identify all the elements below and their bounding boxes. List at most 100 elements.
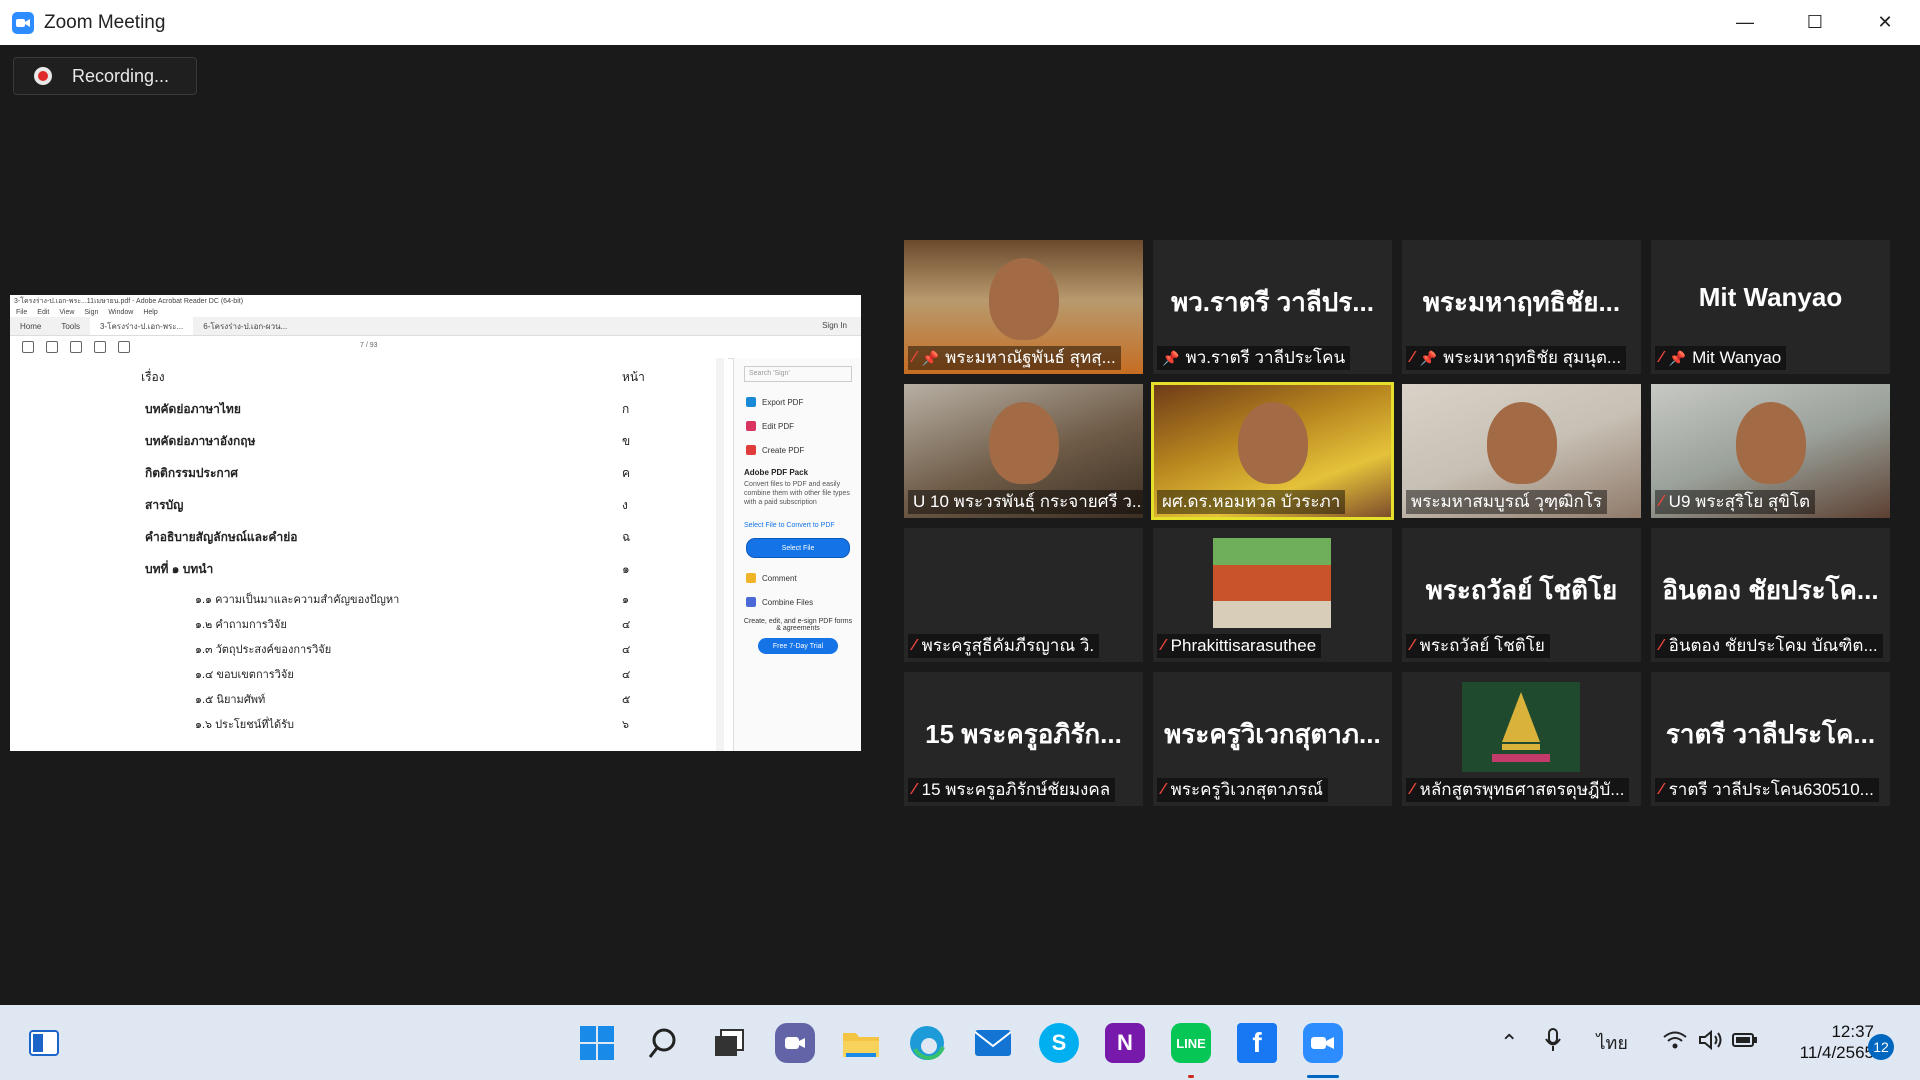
widgets-icon[interactable] [24,1023,64,1063]
maximize-button[interactable]: ☐ [1780,0,1850,45]
search-icon[interactable] [643,1023,683,1063]
save-icon[interactable] [22,341,34,353]
edit-pdf-item[interactable]: Edit PDF [734,414,861,438]
participant-video [1736,402,1806,484]
zoom-search-icon[interactable] [118,341,130,353]
menu-edit[interactable]: Edit [37,309,49,316]
participant-tile[interactable]: อินตอง ชัยประโค... ⁄ อินตอง ชัยประโคม บัณฑ… [1651,528,1890,662]
edge-icon[interactable] [907,1023,947,1063]
file-explorer-icon[interactable] [841,1023,881,1063]
wifi-icon[interactable] [1662,1030,1688,1055]
profile-picture [1213,538,1331,628]
acrobat-title: 3-โครงร่าง-ป.เอก-พระ...11เมษายน.pdf - Ad… [10,295,861,307]
task-view-icon[interactable] [709,1023,749,1063]
participant-name: ราตรี วาลีประโคน630510... [1668,780,1874,799]
toc-row[interactable]: กิตติกรรมประกาศ ค [10,464,710,486]
participant-tile[interactable]: ⁄ พระครูสุธีคัมภีรญาณ วิ. [904,528,1143,662]
clock[interactable]: 12:37 11/4/2565 [1774,1021,1874,1063]
select-file-link[interactable]: Select File to Convert to PDF [744,521,852,530]
menu-sign[interactable]: Sign [84,309,98,316]
muted-mic-icon: ⁄ [1660,493,1663,510]
chat-icon[interactable] [775,1023,815,1063]
windows-logo-icon[interactable] [577,1023,617,1063]
tab-tools[interactable]: Tools [51,317,90,335]
export-pdf-item[interactable]: Export PDF [734,390,861,414]
facebook-icon[interactable]: f [1237,1023,1277,1063]
export-pdf-label: Export PDF [762,397,804,407]
upload-icon[interactable] [70,341,82,353]
participant-tile[interactable]: ⁄ หลักสูตรพุทธศาสตรดุษฎีบั... [1402,672,1641,806]
participant-tile[interactable]: Mit Wanyao ⁄ 📌 Mit Wanyao [1651,240,1890,374]
line-icon[interactable]: LINE [1171,1023,1211,1063]
toc-page: ข [622,434,631,448]
comment-item[interactable]: Comment [734,566,861,590]
participant-video [1487,402,1557,484]
battery-icon[interactable] [1731,1031,1758,1054]
mail-icon[interactable] [973,1023,1013,1063]
toc-row[interactable]: บทที่ ๑ บทนำ ๑ [10,560,710,582]
menu-file[interactable]: File [16,309,27,316]
create-pdf-item[interactable]: Create PDF [734,438,861,462]
close-button[interactable]: ✕ [1850,0,1920,45]
participant-tile[interactable]: พระถวัลย์ โชติโย ⁄ พระถวัลย์ โชติโย [1402,528,1641,662]
participant-tile[interactable]: พระมหาสมบูรณ์ วุฑฺฒิกโร [1402,384,1641,518]
participant-name-label: ⁄ อินตอง ชัยประโคม บัณฑิต... [1655,634,1883,658]
chevron-up-icon[interactable]: ⌃ [1500,1030,1518,1056]
toc-label: บทคัดย่อภาษาอังกฤษ [145,434,256,448]
skype-icon[interactable]: S [1039,1023,1079,1063]
language-indicator[interactable]: ไทย [1596,1028,1627,1057]
pdf-pack-title: Adobe PDF Pack [744,468,809,477]
toc-row[interactable]: บทคัดย่อภาษาไทย ก [10,400,710,422]
participant-tile[interactable]: พระมหาฤทธิชัย... ⁄ 📌 พระมหาฤทธิชัย สุมนุต..… [1402,240,1641,374]
menu-help[interactable]: Help [143,309,157,316]
toc-row[interactable]: ๑.๓ วัตถุประสงค์ของการวิจัย ๔ [10,640,710,662]
minimize-button[interactable]: — [1710,0,1780,45]
participant-tile[interactable]: ผศ.ดร.หอมหวล บัวระภา [1151,382,1394,520]
microphone-icon[interactable] [1544,1028,1562,1057]
menu-window[interactable]: Window [108,309,133,316]
volume-icon[interactable] [1698,1029,1724,1056]
toc-row[interactable]: คำอธิบายสัญลักษณ์และคำย่อ ฉ [10,528,710,550]
toc-row[interactable]: ๑.๖ ประโยชน์ที่ได้รับ ๖ [10,715,710,737]
print-icon[interactable] [94,341,106,353]
star-icon[interactable] [46,341,58,353]
toc-page: ๑ [622,594,629,606]
tab-document-1[interactable]: 3-โครงร่าง-ป.เอก-พระ... [90,317,194,335]
tab-home[interactable]: Home [10,317,51,335]
toc-label: ๑.๔ ขอบเขตการวิจัย [195,669,294,681]
combine-files-item[interactable]: Combine Files [734,590,861,614]
participant-tile[interactable]: 15 พระครูอภิรัก... ⁄ 15 พระครูอภิรักษ์ชัยม… [904,672,1143,806]
menu-view[interactable]: View [59,309,74,316]
zoom-icon[interactable] [1303,1023,1343,1063]
toc-label: บทคัดย่อภาษาไทย [145,402,241,416]
toc-row[interactable]: ๑.๕ นิยามศัพท์ ๕ [10,690,710,712]
onenote-icon[interactable]: N [1105,1023,1145,1063]
muted-mic-icon: ⁄ [1660,349,1663,366]
select-file-button[interactable]: Select File [746,538,850,558]
participant-tile[interactable]: ⁄ U9 พระสุริโย สุขิโต [1651,384,1890,518]
shared-screen[interactable]: 3-โครงร่าง-ป.เอก-พระ...11เมษายน.pdf - Ad… [10,295,861,751]
toc-row[interactable]: ๑.๔ ขอบเขตการวิจัย ๔ [10,665,710,687]
participant-tile[interactable]: ราตรี วาลีประโค... ⁄ ราตรี วาลีประโคน63051… [1651,672,1890,806]
toc-row[interactable]: ๑.๒ คำถามการวิจัย ๔ [10,615,710,637]
participant-tile[interactable]: ⁄ 📌 พระมหาณัฐพันธ์ สุทสฺ... [904,240,1143,374]
toc-row[interactable]: ๑.๑ ความเป็นมาและความสำคัญของปัญหา ๑ [10,590,710,612]
toc-row[interactable]: สารบัญ ง [10,496,710,518]
participant-name-label: ⁄ U9 พระสุริโย สุขิโต [1655,490,1816,514]
pdf-document[interactable]: เรื่อง หน้า บทคัดย่อภาษาไทย กบทคัดย่อภาษา… [10,358,728,751]
notification-badge[interactable]: 12 [1868,1034,1894,1060]
tools-search-input[interactable]: Search 'Sign' [744,366,852,382]
participant-tile[interactable]: พว.ราตรี วาลีปร... 📌 พว.ราตรี วาลีประโคน [1153,240,1392,374]
page-indicator[interactable]: 7 / 93 [360,342,378,349]
toc-row[interactable]: บทคัดย่อภาษาอังกฤษ ข [10,432,710,454]
participant-tile[interactable]: ⁄ Phrakittisarasuthee [1153,528,1392,662]
participant-tile[interactable]: พระครูวิเวกสุตาภ... ⁄ พระครูวิเวกสุตาภรณ์ [1153,672,1392,806]
participant-name-label: U 10 พระวรพันธุ์ กระจายศรี ว... [908,490,1143,514]
free-trial-button[interactable]: Free 7-Day Trial [758,638,838,654]
participant-tile[interactable]: U 10 พระวรพันธุ์ กระจายศรี ว... [904,384,1143,518]
recording-indicator[interactable]: Recording... [13,57,197,95]
pdf-scrollbar[interactable] [716,358,724,751]
sign-in-link[interactable]: Sign In [822,321,847,330]
participant-name-label: ⁄ 15 พระครูอภิรักษ์ชัยมงคล [908,778,1116,802]
tab-document-2[interactable]: 6-โครงร่าง-ป.เอก-ผวน... [193,317,297,335]
